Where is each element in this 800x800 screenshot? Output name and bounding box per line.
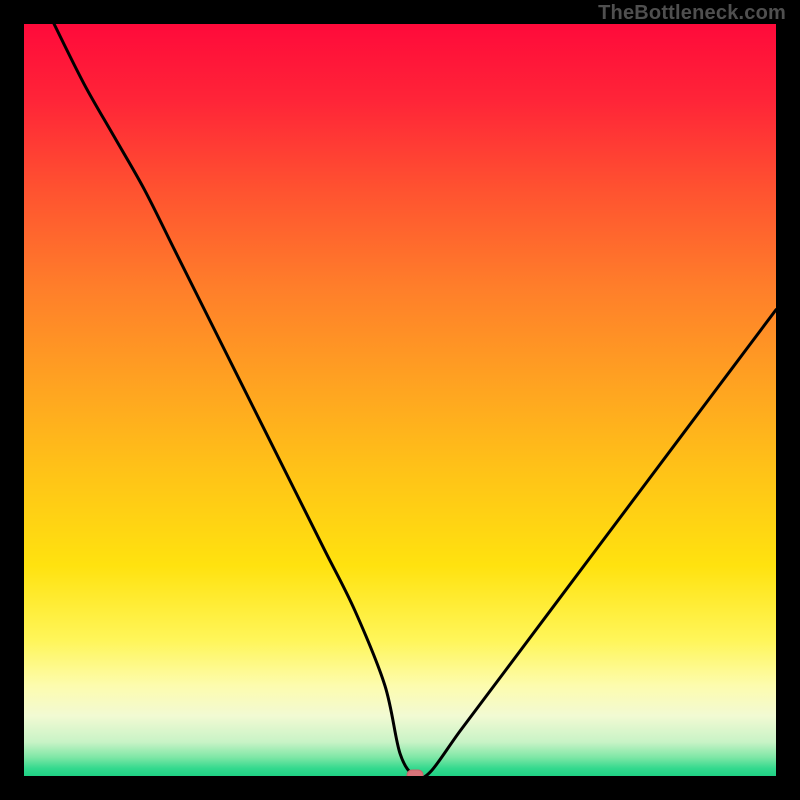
bottleneck-plot <box>24 24 776 776</box>
watermark-label: TheBottleneck.com <box>598 2 786 25</box>
optimum-marker <box>407 770 423 776</box>
chart-frame: TheBottleneck.com <box>0 0 800 800</box>
gradient-background <box>24 24 776 776</box>
